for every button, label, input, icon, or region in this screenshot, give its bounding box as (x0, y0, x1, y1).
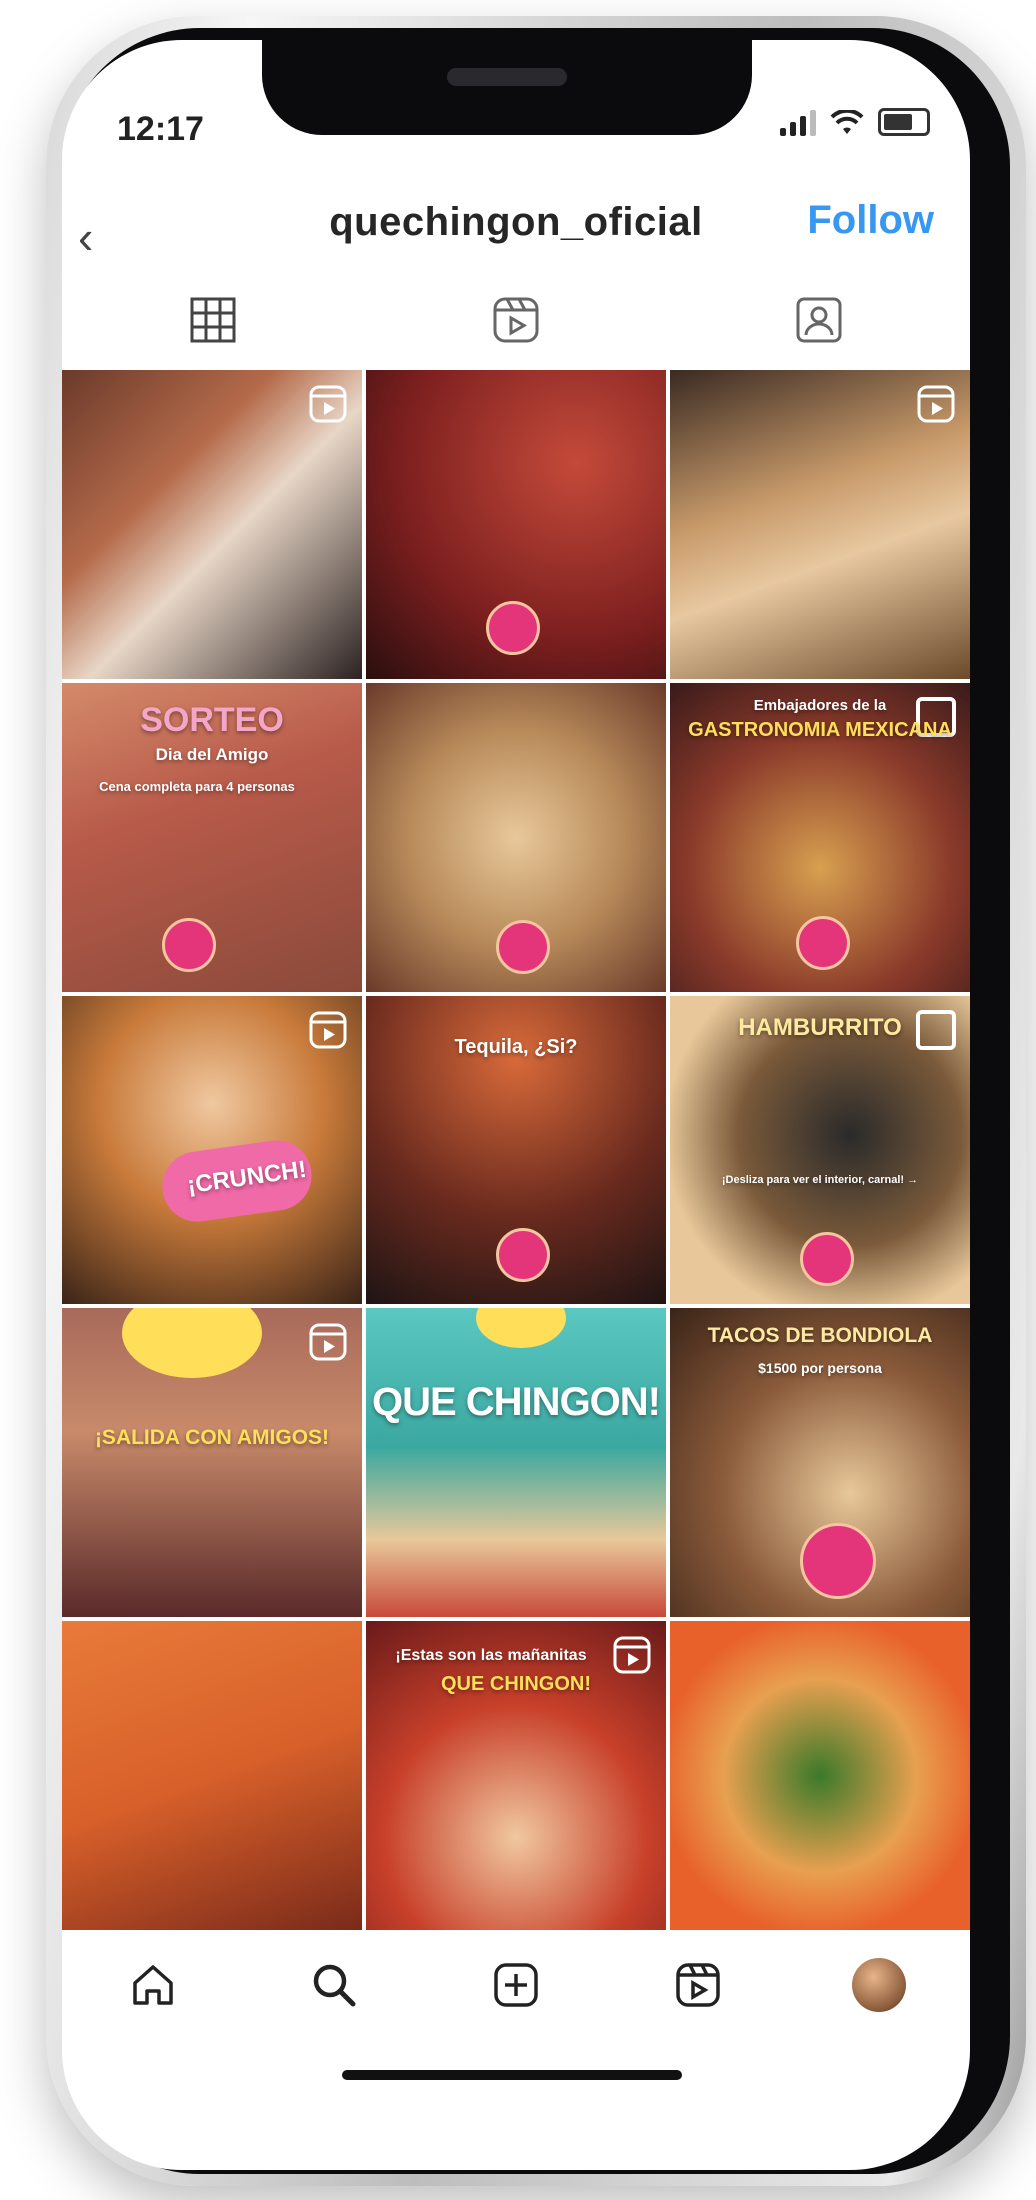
brand-badge (486, 600, 540, 655)
brand-badge (796, 915, 850, 970)
flower-decoration (476, 1308, 566, 1349)
brand-badge (496, 919, 550, 974)
post-thumbnail[interactable]: ¡Estas son las mañanitas QUE CHINGON! (366, 1621, 666, 1930)
grid-icon (190, 297, 236, 343)
nav-reels[interactable] (668, 1955, 728, 2015)
home-icon (133, 1965, 173, 2005)
wifi-icon (830, 110, 864, 134)
reel-badge-icon (917, 385, 955, 423)
nav-profile[interactable] (849, 1955, 909, 2015)
search-icon (314, 1964, 356, 2007)
nav-home[interactable] (123, 1955, 183, 2015)
post-overlay-caption: ¡Estas son las mañanitas (395, 1647, 587, 1665)
tab-reels[interactable] (476, 290, 556, 350)
post-thumbnail[interactable]: HAMBURRITO ¡Desliza para ver el interior… (670, 995, 970, 1305)
reel-badge-icon (309, 1323, 347, 1361)
tab-grid[interactable] (173, 290, 253, 350)
post-overlay-caption: $1500 por persona (758, 1360, 882, 1377)
brand-badge (162, 917, 216, 972)
nav-new-post[interactable] (486, 1955, 546, 2015)
post-overlay-caption: Cena completa para 4 personas (99, 778, 295, 794)
speaker (447, 68, 567, 86)
tab-tagged[interactable] (779, 290, 859, 350)
post-thumbnail[interactable]: TACOS DE BONDIOLA $1500 por persona (670, 1308, 970, 1618)
post-thumbnail[interactable]: SORTEO Dia del Amigo Cena completa para … (62, 682, 362, 992)
flower-decoration (122, 1308, 262, 1379)
notch (262, 40, 752, 135)
post-thumbnail[interactable] (670, 370, 970, 679)
post-thumbnail[interactable] (62, 370, 362, 679)
reel-badge-icon (613, 1636, 651, 1674)
post-overlay-caption: ¡Desliza para ver el interior, carnal! → (721, 1173, 919, 1186)
post-thumbnail[interactable]: QUE CHINGON! (366, 1308, 666, 1618)
status-time: 12:17 (117, 110, 204, 148)
post-thumbnail[interactable]: ¡SALIDA CON AMIGOS! (62, 1308, 362, 1618)
post-overlay-caption: Embajadores de la (753, 696, 887, 714)
reel-badge-icon (309, 385, 347, 423)
post-overlay-title: Tequila, ¿Si? (454, 1035, 578, 1058)
post-thumbnail[interactable] (62, 1621, 362, 1930)
follow-button[interactable]: Follow (807, 198, 934, 243)
reels-icon (493, 297, 539, 343)
brand-badge (496, 1228, 550, 1283)
bottom-nav (62, 1930, 970, 2040)
nav-search[interactable] (304, 1955, 364, 2015)
post-thumbnail[interactable]: ¡CRUNCH! (62, 995, 362, 1305)
home-indicator (342, 2070, 682, 2080)
post-overlay-title: SORTEO (140, 700, 284, 739)
post-overlay-title: GASTRONOMIA MEXICANA (688, 718, 952, 741)
profile-avatar (852, 1958, 907, 2012)
post-overlay-title: TACOS DE BONDIOLA (707, 1324, 933, 1348)
post-overlay-title: QUE CHINGON! (441, 1673, 591, 1696)
post-thumbnail[interactable] (670, 1621, 970, 1930)
posts-grid: SORTEO Dia del Amigo Cena completa para … (62, 370, 970, 1930)
profile-tabs (62, 280, 970, 360)
signal-icon (780, 108, 816, 136)
status-icons (780, 108, 930, 136)
post-overlay-title: ¡SALIDA CON AMIGOS! (94, 1426, 330, 1450)
reel-badge-icon (309, 1011, 347, 1049)
tagged-icon (796, 297, 842, 343)
battery-icon (878, 108, 930, 136)
screen-content: 12:17 ‹ quechingon_oficial Follow SORTEO… (62, 40, 970, 2170)
post-thumbnail[interactable] (366, 370, 666, 679)
post-thumbnail[interactable] (366, 682, 666, 992)
post-thumbnail[interactable]: Embajadores de la GASTRONOMIA MEXICANA (670, 682, 970, 992)
reels-icon (675, 1963, 720, 2007)
brand-badge (800, 1232, 854, 1287)
brand-badge (800, 1523, 876, 1600)
post-overlay-title: QUE CHINGON! (372, 1380, 661, 1425)
post-overlay-title: HAMBURRITO (738, 1013, 902, 1041)
post-overlay-subtitle: Dia del Amigo (155, 744, 269, 764)
post-thumbnail[interactable]: Tequila, ¿Si? (366, 995, 666, 1305)
new-post-icon (494, 1963, 538, 2007)
